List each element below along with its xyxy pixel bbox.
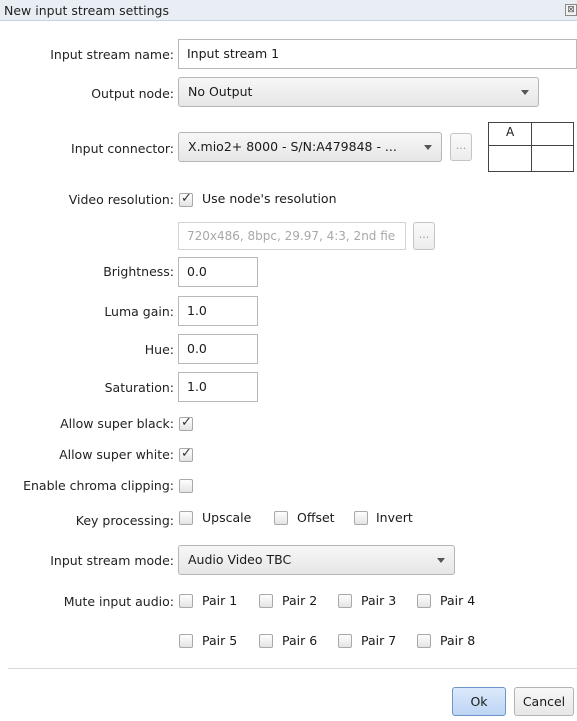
mute-pair-6-checkbox[interactable] [259,634,273,648]
brightness-field[interactable]: 0.0 [178,257,258,287]
input-connector-label: Input connector: [71,141,174,156]
mute-pair-5-label: Pair 5 [202,633,238,648]
enable-chroma-clipping-checkbox[interactable] [179,479,193,493]
chevron-down-icon [437,558,445,563]
mute-pair-1-checkbox[interactable] [179,594,193,608]
mute-pair-8-label: Pair 8 [440,633,476,648]
window-title: New input stream settings [4,3,169,18]
video-format-browse-button[interactable]: ... [413,222,435,250]
mute-pair-7-label: Pair 7 [361,633,397,648]
key-upscale-label: Upscale [202,510,252,525]
grid-divider-horizontal [489,145,573,146]
key-offset-checkbox[interactable] [274,511,288,525]
mute-pair-3-label: Pair 3 [361,593,397,608]
input-connector-value: X.mio2+ 8000 - S/N:A479848 - ... [188,139,397,154]
key-invert-checkbox[interactable] [354,511,368,525]
key-upscale-checkbox[interactable] [179,511,193,525]
mute-pair-3-checkbox[interactable] [338,594,352,608]
key-processing-label: Key processing: [75,513,174,528]
ok-button[interactable]: Ok [452,687,506,716]
brightness-label: Brightness: [103,264,174,279]
mute-input-audio-label: Mute input audio: [63,594,174,609]
input-connector-dropdown[interactable]: X.mio2+ 8000 - S/N:A479848 - ... [178,132,442,162]
allow-super-white-checkbox[interactable] [179,446,193,462]
mute-pair-6-label: Pair 6 [282,633,318,648]
saturation-label: Saturation: [104,380,174,395]
output-node-label: Output node: [91,86,174,101]
close-icon[interactable]: ⊠ [565,4,577,16]
enable-chroma-clipping-label: Enable chroma clipping: [23,478,174,493]
luma-gain-label: Luma gain: [104,304,174,319]
footer-divider [8,668,577,669]
mute-pair-4-label: Pair 4 [440,593,476,608]
title-bar: New input stream settings ⊠ [0,0,577,21]
grid-divider-vertical [531,123,532,171]
mute-pair-2-label: Pair 2 [282,593,318,608]
grid-cell-a: A [506,125,515,139]
key-offset-label: Offset [297,510,335,525]
mute-pair-4-checkbox[interactable] [417,594,431,608]
input-connector-browse-button[interactable]: ... [450,133,472,161]
input-stream-mode-dropdown[interactable]: Audio Video TBC [178,545,455,575]
video-resolution-label: Video resolution: [68,192,174,207]
video-format-field: 720x486, 8bpc, 29.97, 4:3, 2nd fie [178,222,406,250]
key-invert-label: Invert [376,510,413,525]
input-stream-mode-label: Input stream mode: [50,553,174,568]
saturation-field[interactable]: 1.0 [178,372,258,402]
output-node-dropdown[interactable]: No Output [178,77,539,107]
mute-pair-7-checkbox[interactable] [338,634,352,648]
use-nodes-resolution-label: Use node's resolution [202,191,337,206]
mute-pair-8-checkbox[interactable] [417,634,431,648]
hue-field[interactable]: 0.0 [178,334,258,364]
use-nodes-resolution-checkbox[interactable] [179,191,193,207]
allow-super-white-label: Allow super white: [59,447,174,462]
allow-super-black-checkbox[interactable] [179,415,193,431]
cancel-button[interactable]: Cancel [514,687,574,716]
mute-pair-1-label: Pair 1 [202,593,238,608]
connector-layout-grid[interactable]: A [488,122,574,172]
input-stream-mode-value: Audio Video TBC [188,552,292,567]
hue-label: Hue: [144,342,174,357]
mute-pair-5-checkbox[interactable] [179,634,193,648]
input-stream-name-field[interactable]: Input stream 1 [178,39,577,69]
chevron-down-icon [521,90,529,95]
luma-gain-field[interactable]: 1.0 [178,296,258,326]
mute-pair-2-checkbox[interactable] [259,594,273,608]
chevron-down-icon [424,145,432,150]
output-node-value: No Output [188,84,253,99]
input-stream-name-label: Input stream name: [50,47,174,62]
allow-super-black-label: Allow super black: [60,416,174,431]
